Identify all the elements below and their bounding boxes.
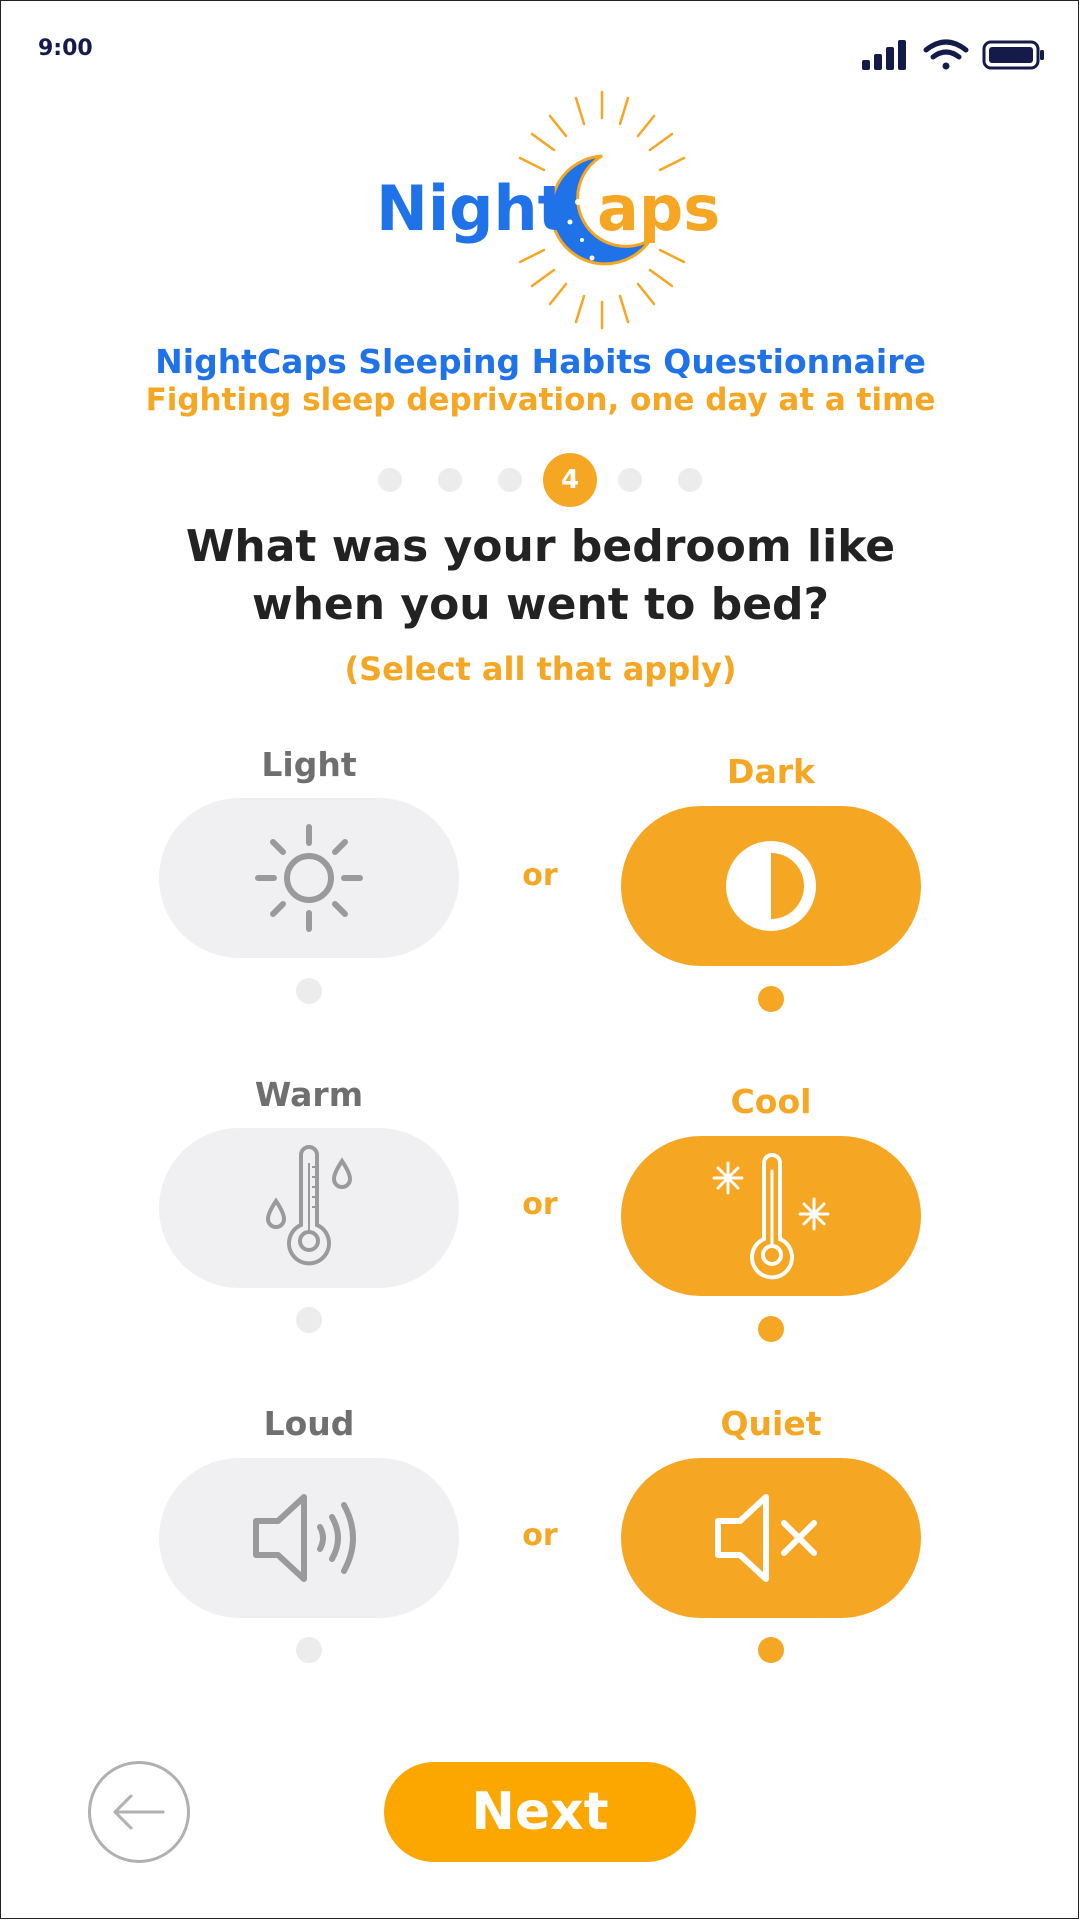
questionnaire-title: NightCaps Sleeping Habits Questionnaire	[155, 342, 926, 381]
option-cool-button[interactable]	[621, 1136, 921, 1296]
option-label-dark: Dark	[727, 752, 815, 791]
option-quiet-button[interactable]	[621, 1458, 921, 1618]
speaker-sound-icon	[253, 1494, 356, 1582]
sun-icon	[255, 824, 363, 932]
status-time: 9:00	[38, 36, 93, 61]
option-dark-button[interactable]	[621, 806, 921, 966]
option-warm-button[interactable]	[159, 1128, 459, 1288]
signal-icon	[862, 40, 906, 70]
arrow-left-icon	[113, 1794, 165, 1830]
question-hint: (Select all that apply)	[344, 650, 737, 688]
option-label-warm: Warm	[254, 1075, 364, 1114]
speaker-mute-icon	[715, 1494, 817, 1582]
option-label-light: Light	[261, 745, 357, 784]
option-loud-radio[interactable]	[296, 1637, 322, 1663]
battery-icon	[982, 40, 1044, 70]
or-separator: or	[522, 1187, 558, 1222]
option-dark-radio[interactable]	[758, 986, 784, 1012]
option-quiet-radio[interactable]	[758, 1637, 784, 1663]
progress-current-step: 4	[543, 453, 597, 507]
progress-dot	[678, 468, 702, 492]
thermometer-drops-icon	[265, 1145, 353, 1266]
question-text: What was your bedroom like when you went…	[0, 518, 1081, 634]
tagline: Fighting sleep deprivation, one day at a…	[145, 382, 936, 418]
progress-dot	[618, 468, 642, 492]
question-line-1: What was your bedroom like	[185, 521, 896, 572]
status-icons	[860, 36, 1046, 80]
or-separator: or	[522, 858, 558, 893]
option-label-cool: Cool	[730, 1082, 812, 1121]
option-label-quiet: Quiet	[720, 1404, 822, 1443]
option-light-radio[interactable]	[296, 978, 322, 1004]
option-light-button[interactable]	[159, 798, 459, 958]
progress-dot	[498, 468, 522, 492]
option-warm-radio[interactable]	[296, 1307, 322, 1333]
wifi-icon	[923, 39, 969, 70]
progress-dot	[438, 468, 462, 492]
option-cool-radio[interactable]	[758, 1316, 784, 1342]
progress-dot	[378, 468, 402, 492]
logo-text-night: Night	[376, 172, 568, 245]
question-line-2: when you went to bed?	[251, 579, 830, 630]
logo-text-caps: aps	[597, 172, 721, 245]
back-button[interactable]	[88, 1761, 190, 1863]
option-loud-button[interactable]	[159, 1458, 459, 1618]
thermometer-snowflake-icon	[712, 1153, 830, 1280]
option-label-loud: Loud	[263, 1404, 355, 1443]
half-circle-contrast-icon	[726, 841, 816, 931]
next-button[interactable]: Next	[384, 1762, 696, 1862]
or-separator: or	[522, 1518, 558, 1553]
